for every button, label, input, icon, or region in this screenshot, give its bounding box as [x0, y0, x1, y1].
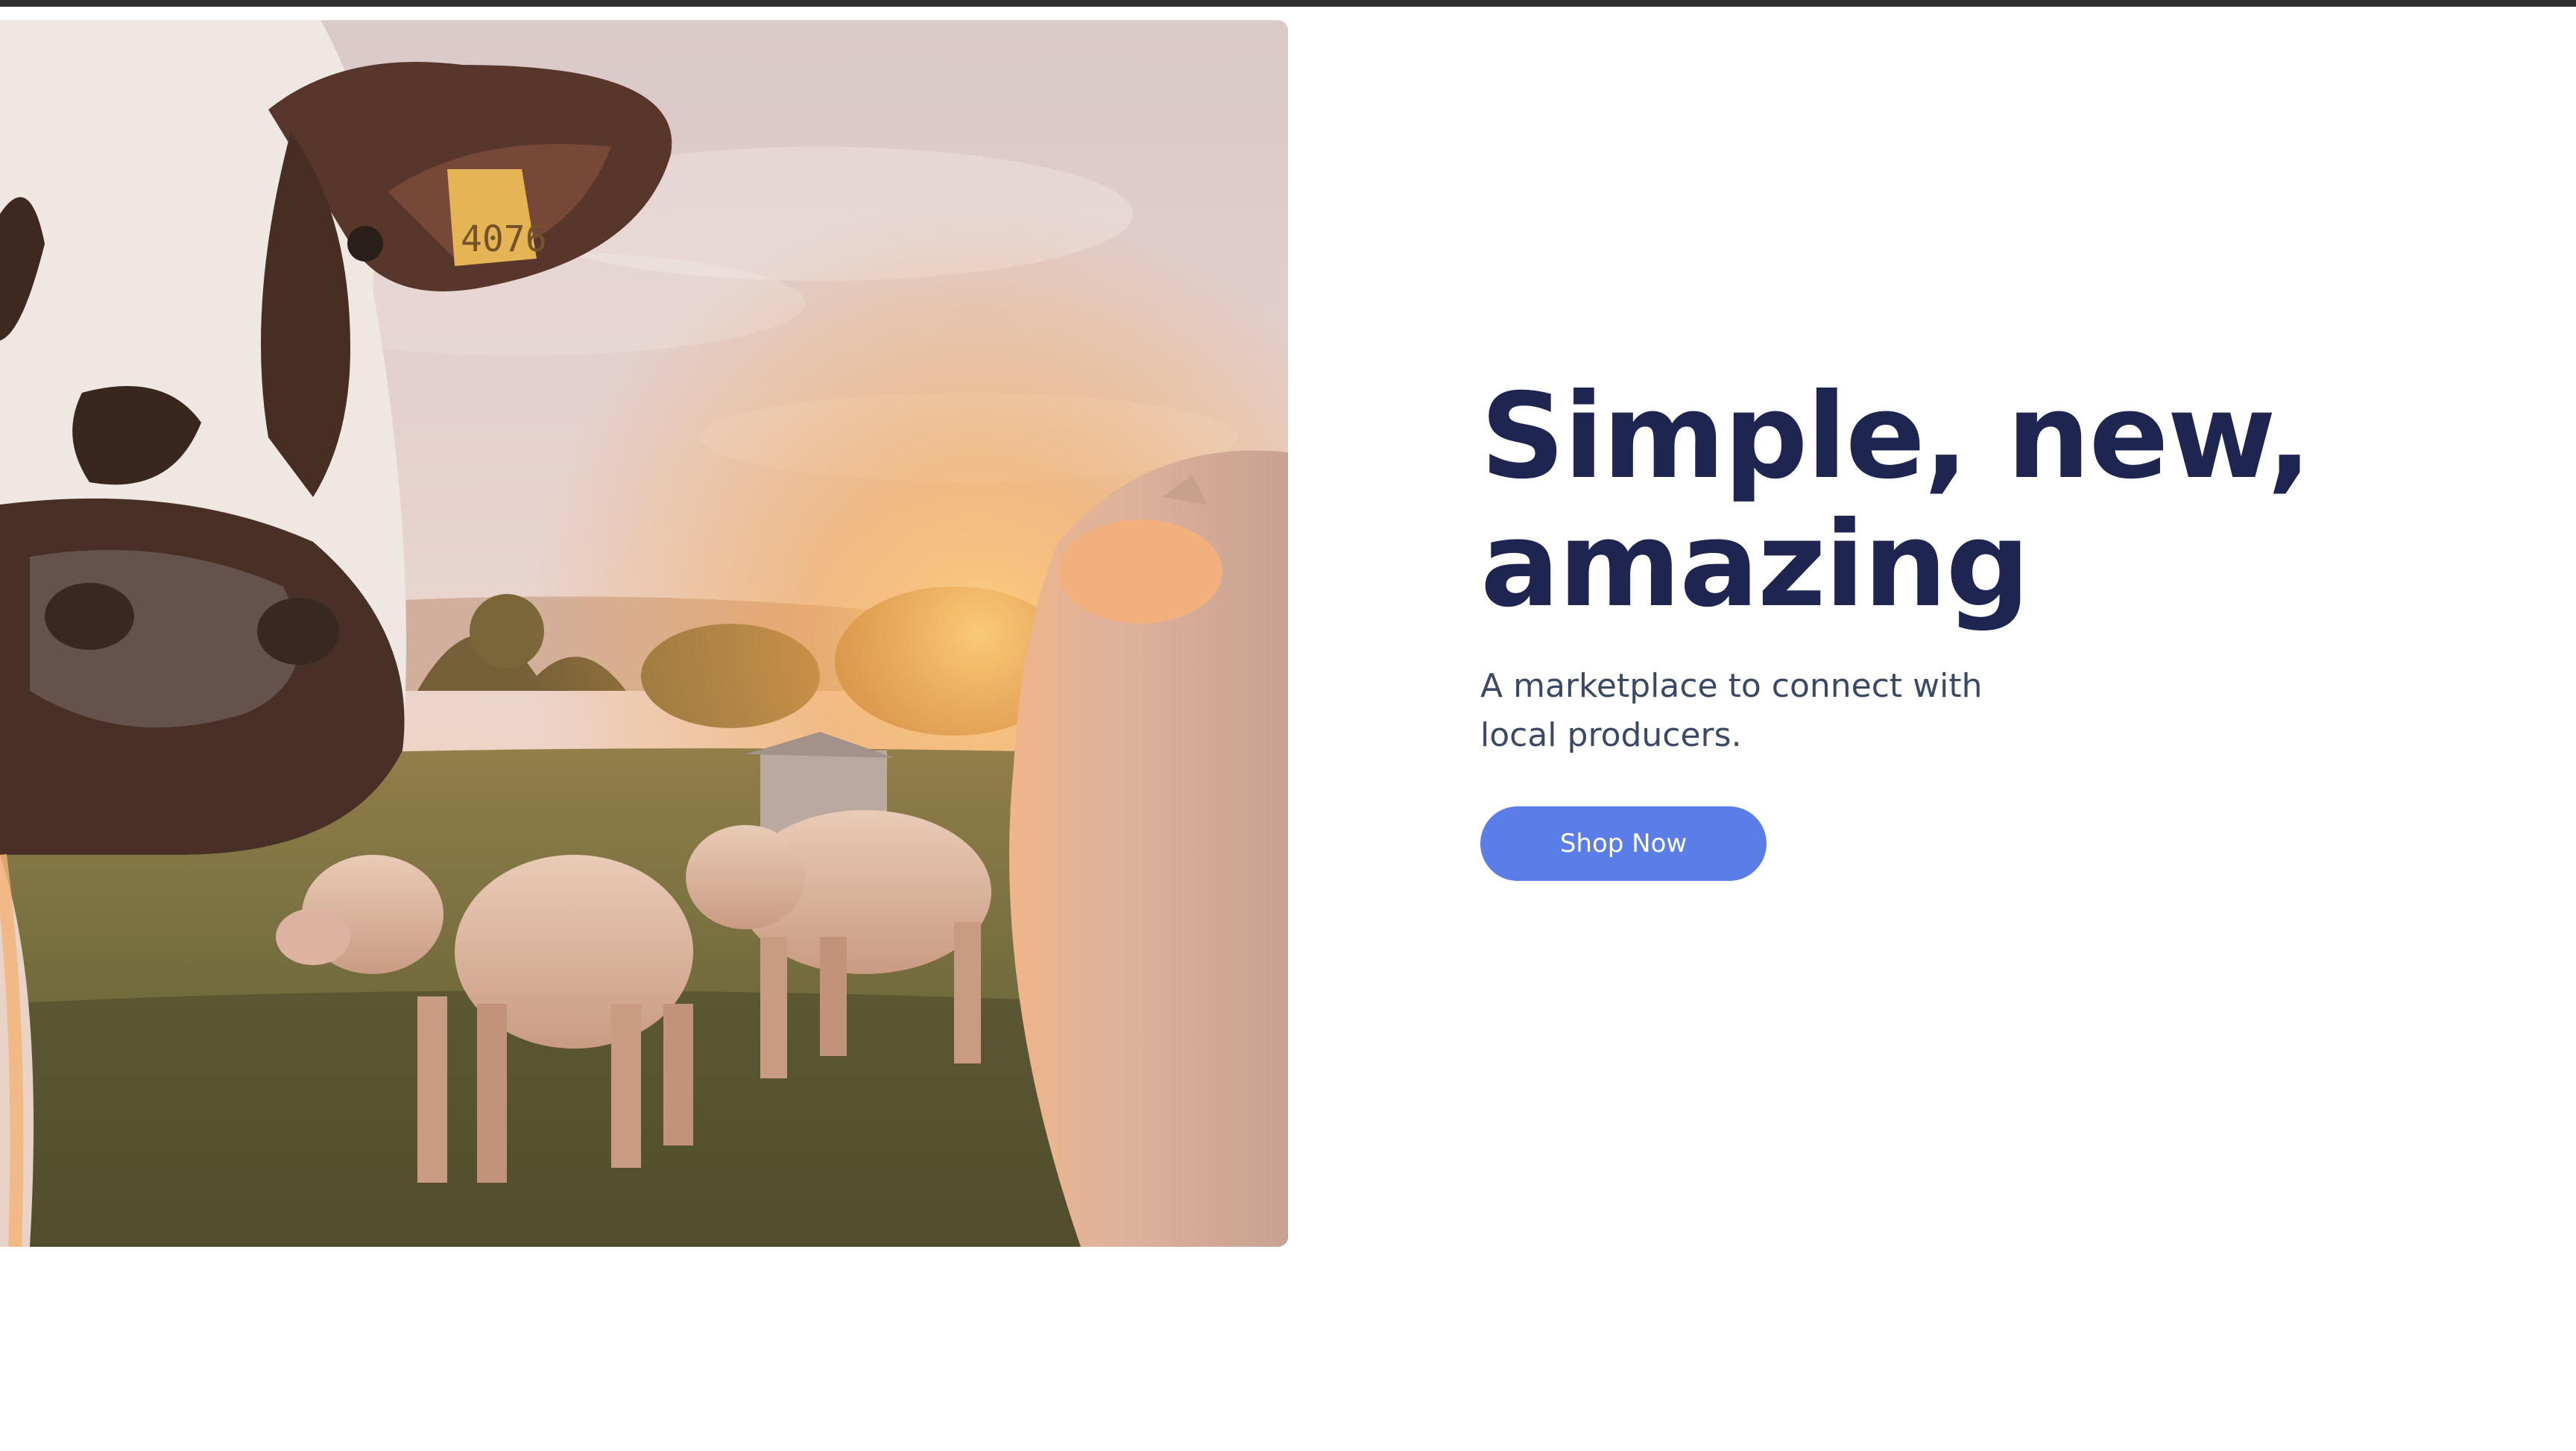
headline-line-2: amazing: [1480, 496, 2030, 633]
headline-line-1: Simple, new,: [1480, 368, 2312, 505]
top-border-bar: [0, 0, 2576, 7]
shop-now-button[interactable]: Shop Now: [1480, 806, 1767, 881]
hero-content: Simple, new, amazing A marketplace to co…: [1480, 373, 2449, 881]
hero-photo-illustration: 4076: [0, 20, 1288, 1247]
hero-image: 4076: [0, 20, 1288, 1247]
hero-headline: Simple, new, amazing: [1480, 373, 2449, 629]
hero-subtitle: A marketplace to connect with local prod…: [1480, 667, 1983, 754]
